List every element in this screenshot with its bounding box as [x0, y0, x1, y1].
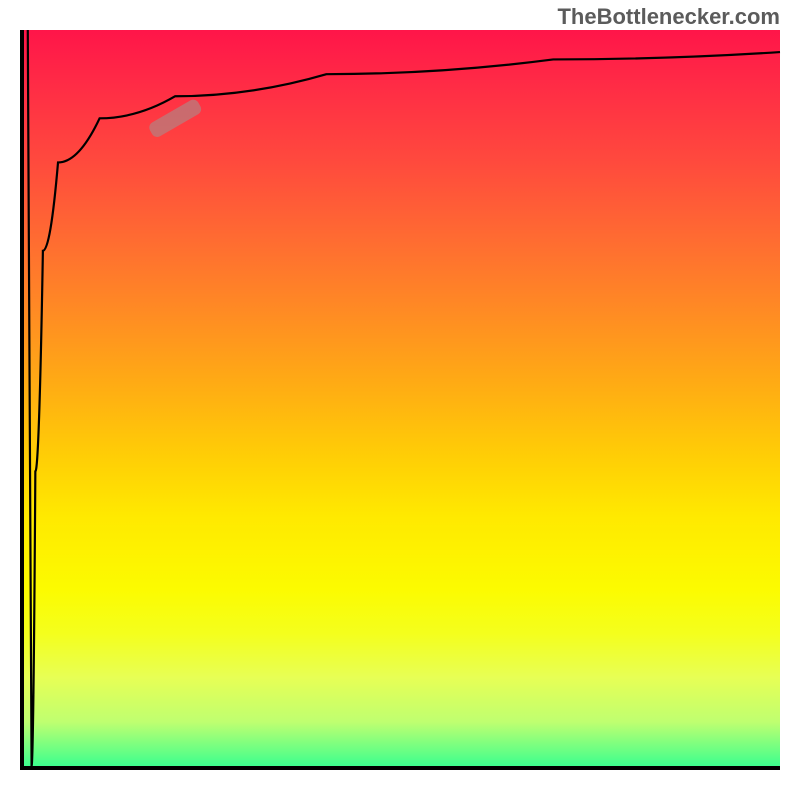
attribution-text: TheBottlenecker.com [557, 4, 780, 30]
chart-plot-area [20, 30, 780, 770]
highlight-marker [147, 98, 203, 140]
data-curve [28, 30, 780, 766]
chart-svg [24, 30, 780, 766]
